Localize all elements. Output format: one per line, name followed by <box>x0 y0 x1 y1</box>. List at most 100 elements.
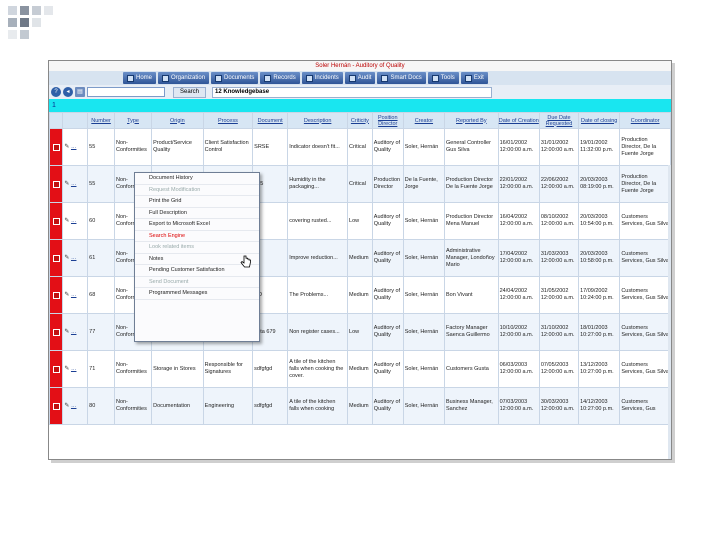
table-row[interactable]: ✎ … 71 Non-Conformities Storage in Stores Re… <box>49 350 671 388</box>
cell-document: SRSE <box>252 128 289 166</box>
records-icon <box>264 74 272 82</box>
vertical-scrollbar[interactable] <box>668 165 671 459</box>
edit-icon[interactable]: ✎ <box>64 366 69 372</box>
context-menu-item-programmed-messages[interactable]: Programmed Messages <box>135 288 259 300</box>
status-flag[interactable] <box>49 313 64 351</box>
column-header[interactable]: Process <box>202 112 254 129</box>
column-header[interactable]: Due Date Requested <box>538 112 580 129</box>
cell-coordinator: Customers Services, Gus Silva <box>619 313 671 351</box>
more-icon[interactable]: … <box>71 366 77 372</box>
context-menu-item-export-to-microsoft-excel[interactable]: Export to Microsoft Excel <box>135 219 259 231</box>
results-count-bar: 1 <box>49 99 671 112</box>
status-flag[interactable] <box>49 350 64 388</box>
menu-incidents[interactable]: Incidents <box>301 72 343 84</box>
column-header[interactable]: Creator <box>402 112 445 129</box>
status-flag[interactable] <box>49 387 64 425</box>
menu-documents[interactable]: Documents <box>211 72 259 84</box>
cell-reported-by: General Controller Gus Silva <box>443 128 499 166</box>
help-icon[interactable]: ? <box>51 87 61 97</box>
column-header[interactable]: Position Director <box>371 112 404 129</box>
back-icon[interactable]: ◂ <box>63 87 73 97</box>
print-icon[interactable]: ▤ <box>75 87 85 97</box>
table-row[interactable]: ✎ … 80 Non-Conformities Documentation Engine… <box>49 387 671 425</box>
cell-closing: 17/09/2002 10:24:00 p.m. <box>578 276 621 314</box>
row-actions[interactable]: ✎ … <box>62 313 89 351</box>
edit-icon[interactable]: ✎ <box>64 181 69 187</box>
search-button[interactable]: Search <box>173 86 207 98</box>
menu-exit[interactable]: Exit <box>460 72 488 84</box>
menu-label: Tools <box>440 75 455 81</box>
column-header[interactable]: Document <box>252 112 289 129</box>
more-icon[interactable]: … <box>71 403 77 409</box>
more-icon[interactable]: … <box>71 255 77 261</box>
cell-description: Humidity in the packaging... <box>287 165 349 203</box>
status-flag[interactable] <box>49 128 64 166</box>
pointer-cursor-icon <box>240 255 251 268</box>
cell-creator: Soler, Hernán <box>402 202 445 240</box>
menu-smart-docs[interactable]: Smart Docs <box>377 72 426 84</box>
context-menu-item-look-related-items[interactable]: Look related items <box>135 242 259 254</box>
search-input[interactable] <box>87 87 165 97</box>
menu-tools[interactable]: Tools <box>427 72 459 84</box>
cell-description: A tile of the kitchen falls when cooking <box>287 387 349 425</box>
more-icon[interactable]: … <box>71 144 77 150</box>
row-actions[interactable]: ✎ … <box>62 128 89 166</box>
table-row[interactable]: ✎ … 55 Non-Conformities Product/Service Qua… <box>49 128 671 166</box>
edit-icon[interactable]: ✎ <box>64 292 69 298</box>
row-actions[interactable]: ✎ … <box>62 276 89 314</box>
menu-records[interactable]: Records <box>260 72 300 84</box>
context-menu-item-send-document[interactable]: Send Document <box>135 277 259 288</box>
cell-creator: Soler, Hernán <box>402 313 445 351</box>
exit-icon <box>464 74 472 82</box>
flag-icon <box>52 217 60 225</box>
cell-criticity: Medium <box>347 350 373 388</box>
menu-label: Documents <box>224 75 255 81</box>
more-icon[interactable]: … <box>71 292 77 298</box>
column-header[interactable]: Date of closing <box>578 112 621 129</box>
cell-creator: De la Fuente, Jorge <box>402 165 445 203</box>
cell-due: 31/03/2003 12:00:00 a.m. <box>538 239 580 277</box>
context-menu-item-search-engine[interactable]: Search Engine <box>135 231 259 242</box>
column-header[interactable]: Criticity <box>347 112 373 129</box>
row-actions[interactable]: ✎ … <box>62 239 89 277</box>
row-actions[interactable]: ✎ … <box>62 165 89 203</box>
edit-icon[interactable]: ✎ <box>64 329 69 335</box>
cell-creator: Soler, Hernán <box>402 128 445 166</box>
column-header[interactable]: Type <box>113 112 153 129</box>
column-header[interactable]: Number <box>87 112 115 129</box>
status-flag[interactable] <box>49 239 64 277</box>
menu-organization[interactable]: Organization <box>158 72 210 84</box>
status-flag[interactable] <box>49 276 64 314</box>
cell-coordinator: Customers Services, Gus Silva <box>619 239 671 277</box>
cell-coordinator: Customers Services, Gus Silva <box>619 276 671 314</box>
menu-audit[interactable]: Audit <box>344 72 376 84</box>
cell-position: Auditory of Quality <box>371 128 404 166</box>
column-header[interactable]: Date of Creation <box>497 112 540 129</box>
context-menu-item-full-description[interactable]: Full Description <box>135 208 259 219</box>
edit-icon[interactable]: ✎ <box>64 144 69 150</box>
edit-icon[interactable]: ✎ <box>64 218 69 224</box>
cell-reported-by: Business Manager, Sanchez <box>443 387 499 425</box>
cell-position: Auditory of Quality <box>371 239 404 277</box>
status-flag[interactable] <box>49 202 64 240</box>
row-actions[interactable]: ✎ … <box>62 202 89 240</box>
column-header[interactable]: Coordinator <box>619 112 671 129</box>
more-icon[interactable]: … <box>71 218 77 224</box>
column-header[interactable]: Origin <box>151 112 204 129</box>
edit-icon[interactable]: ✎ <box>64 403 69 409</box>
context-menu-item-document-history[interactable]: Document History <box>135 173 259 185</box>
context-menu-item-request-modification[interactable]: Request Modification <box>135 185 259 196</box>
column-header[interactable]: Reported By <box>443 112 499 129</box>
context-menu-item-print-the-grid[interactable]: Print the Grid <box>135 196 259 208</box>
menu-home[interactable]: Home <box>123 72 157 84</box>
row-actions[interactable]: ✎ … <box>62 387 89 425</box>
edit-icon[interactable]: ✎ <box>64 255 69 261</box>
row-actions[interactable]: ✎ … <box>62 350 89 388</box>
more-icon[interactable]: … <box>71 181 77 187</box>
column-header[interactable]: Description <box>287 112 349 129</box>
flag-icon <box>52 254 60 262</box>
status-flag[interactable] <box>49 165 64 203</box>
knowledgebase-select[interactable]: 12 Knowledgebase <box>212 86 493 98</box>
more-icon[interactable]: … <box>71 329 77 335</box>
cell-creator: Soler, Hernán <box>402 239 445 277</box>
